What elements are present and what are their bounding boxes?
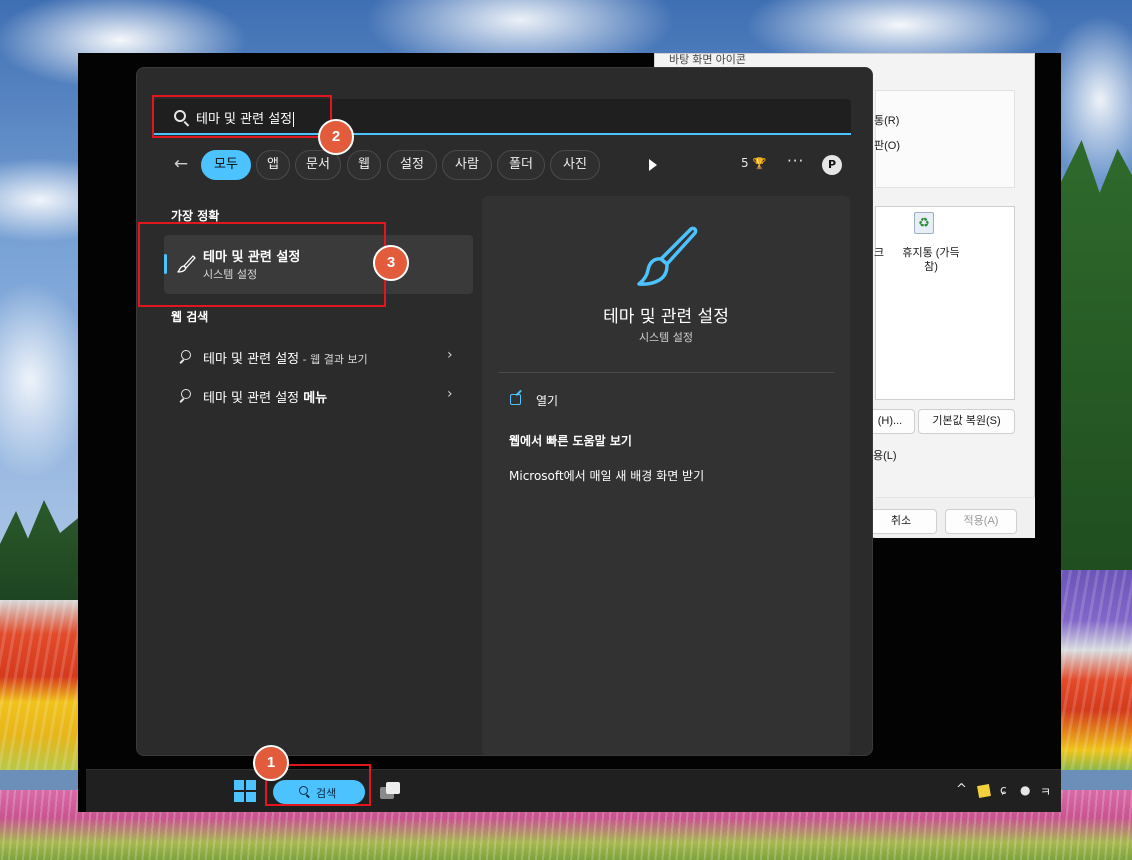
back-arrow-icon[interactable]: ← xyxy=(171,154,191,174)
filter-chip-apps[interactable]: 앱 xyxy=(256,150,290,180)
chevron-right-icon: › xyxy=(447,347,453,363)
search-filter-bar: ← 모두 앱 문서 웹 설정 사람 폴더 사진 5 🏆 ··· P xyxy=(171,150,851,180)
restore-default-button[interactable]: 기본값 복원(S) xyxy=(918,409,1015,434)
tray-chat-icon[interactable]: ● xyxy=(1020,783,1030,797)
more-filters-play-icon[interactable] xyxy=(649,159,657,171)
preview-web-link[interactable]: Microsoft에서 매일 새 배경 화면 받기 xyxy=(509,467,704,484)
tray-app-icon[interactable]: ɕ xyxy=(1000,783,1007,797)
dialog-icon-list xyxy=(875,206,1015,400)
wallpaper-flowers-right xyxy=(1060,570,1132,770)
chevron-up-icon[interactable]: ^ xyxy=(956,782,967,797)
recycle-bin-label-line2: 참) xyxy=(924,261,938,273)
wallpaper-trees-right xyxy=(1060,140,1132,580)
search-icon xyxy=(181,350,191,360)
preview-subtitle: 시스템 설정 xyxy=(638,331,694,344)
task-view-icon[interactable] xyxy=(380,782,402,802)
annotation-badge-3: 3 xyxy=(373,245,409,281)
screenshot-frame: 바탕 화면 아이콘 통(R) 판(O) 크 ♻ 휴지통 (가득 참) (H)..… xyxy=(78,53,1061,812)
filter-chip-settings[interactable]: 설정 xyxy=(387,150,437,180)
filter-chip-web[interactable]: 웹 xyxy=(347,150,381,180)
web-result-item[interactable]: 테마 및 관련 설정 메뉴 › xyxy=(177,385,467,407)
web-result-text: 테마 및 관련 설정 - 웹 결과 보기 xyxy=(203,352,368,367)
result-preview-pane: 테마 및 관련 설정 시스템 설정 열기 웹에서 빠른 도움말 보기 Micro… xyxy=(482,196,850,755)
sticky-notes-icon[interactable] xyxy=(977,784,991,798)
taskbar: 검색 ^ ɕ ● ㅋ xyxy=(86,769,1061,812)
windows-start-icon[interactable] xyxy=(234,780,256,802)
open-external-icon xyxy=(510,394,521,405)
dialog-option-2[interactable]: 판(O) xyxy=(874,137,900,153)
chevron-right-icon: › xyxy=(447,386,453,402)
web-result-text: 테마 및 관련 설정 메뉴 xyxy=(203,391,328,406)
filter-chip-folders[interactable]: 폴더 xyxy=(497,150,545,180)
preview-open-action[interactable]: 열기 xyxy=(536,392,558,409)
trophy-icon: 🏆 xyxy=(752,157,767,170)
preview-title: 테마 및 관련 설정 xyxy=(603,307,729,327)
filter-chip-people[interactable]: 사람 xyxy=(442,150,492,180)
paintbrush-icon xyxy=(637,226,698,286)
apply-button[interactable]: 적용(A) xyxy=(945,509,1017,534)
more-options-icon[interactable]: ··· xyxy=(787,152,804,170)
search-icon xyxy=(181,389,191,399)
dialog-icon-partial-label: 크 xyxy=(874,247,885,259)
web-search-heading: 웹 검색 xyxy=(171,310,209,324)
annotation-badge-1: 1 xyxy=(253,745,289,781)
annotation-badge-2: 2 xyxy=(318,119,354,155)
preview-web-help-heading: 웹에서 빠른 도움말 보기 xyxy=(509,434,632,448)
preview-divider xyxy=(498,372,834,373)
search-flyout: 테마 및 관련 설정 ← 모두 앱 문서 웹 설정 사람 폴더 사진 5 🏆 ·… xyxy=(136,67,873,756)
rewards-points[interactable]: 5 🏆 xyxy=(741,156,766,170)
allow-themes-checkbox-label[interactable]: 용(L) xyxy=(873,447,897,463)
wallpaper-flowers-left xyxy=(0,600,80,770)
cancel-button[interactable]: 취소 xyxy=(865,509,937,534)
recycle-bin-icon[interactable]: ♻ xyxy=(914,212,934,234)
web-result-item[interactable]: 테마 및 관련 설정 - 웹 결과 보기 › xyxy=(177,346,467,368)
system-tray: ^ ɕ ● ㅋ xyxy=(956,780,1056,804)
annotation-box-best-match xyxy=(138,222,386,307)
profile-avatar[interactable]: P xyxy=(822,155,842,175)
dialog-option-1[interactable]: 통(R) xyxy=(874,112,899,128)
dialog-section-label: 바탕 화면 아이콘 xyxy=(669,54,746,66)
annotation-box-search-input xyxy=(152,95,332,138)
filter-chip-all[interactable]: 모두 xyxy=(201,150,251,180)
filter-chip-photos[interactable]: 사진 xyxy=(550,150,600,180)
tray-language-icon[interactable]: ㅋ xyxy=(1040,783,1051,800)
